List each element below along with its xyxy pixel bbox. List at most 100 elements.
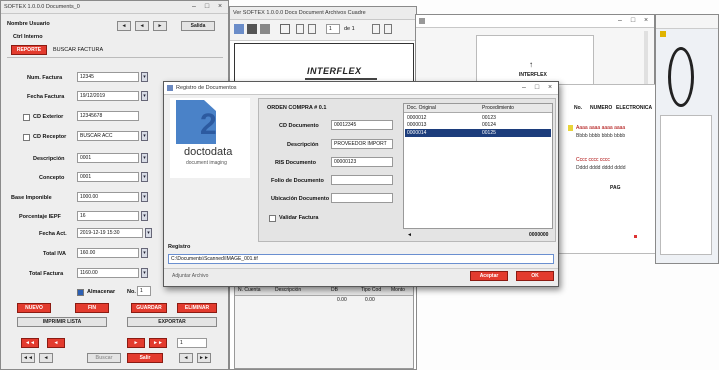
list-item-1-col1[interactable]: 0000012 xyxy=(407,115,426,121)
tab-buscar-factura[interactable]: BUSCAR FACTURA xyxy=(53,47,103,53)
save-icon[interactable] xyxy=(234,24,244,34)
list-item-2-col2[interactable]: 00124 xyxy=(482,122,496,128)
cd-receptor-dropdown-icon[interactable]: ▾ xyxy=(141,131,148,141)
registro-documentos-dialog: Registro de Documentos – □ × 2 doctodata… xyxy=(163,81,559,287)
cd-exterior-field[interactable]: 12345678 xyxy=(77,111,139,121)
total-factura-field[interactable]: 1160.00 xyxy=(77,268,139,278)
descripcion-field[interactable]: 0001 xyxy=(77,153,139,163)
list-item-3-col2[interactable]: 00125 xyxy=(482,130,496,136)
cd-receptor-field[interactable]: BUSCAR ACC xyxy=(77,131,139,141)
eliminar-button[interactable]: ELIMINAR xyxy=(177,303,217,313)
print-icon[interactable] xyxy=(247,24,257,34)
export-icon[interactable] xyxy=(260,24,270,34)
total-iva-field[interactable]: 160.00 xyxy=(77,248,139,258)
base-imponible-field[interactable]: 1000.00 xyxy=(77,192,139,202)
bottom-prev-button[interactable]: ◄ xyxy=(39,353,53,363)
record-number-field[interactable]: 1 xyxy=(177,338,207,348)
bottom-last-button[interactable]: ►► xyxy=(197,353,211,363)
col-header-tipo: Tipo Cod xyxy=(361,287,382,293)
num-factura-field[interactable]: 12345 xyxy=(77,72,139,82)
bottom-next-button[interactable]: ◄ xyxy=(179,353,193,363)
nav-next-button[interactable]: ► xyxy=(153,21,167,31)
validar-factura-checkbox[interactable] xyxy=(269,215,276,222)
doc-col-numero: NUMERO xyxy=(590,105,613,111)
cd-receptor-checkbox[interactable] xyxy=(23,134,30,141)
buscar-button[interactable]: Buscar xyxy=(87,353,121,363)
concepto-dropdown-icon[interactable]: ▾ xyxy=(141,172,148,182)
doc-minimize-icon[interactable]: – xyxy=(615,17,625,25)
page-number-field[interactable]: 1 xyxy=(326,24,340,34)
prev-page-icon[interactable] xyxy=(308,24,316,34)
close-icon[interactable]: × xyxy=(215,3,225,11)
dialog-title: Registro de Documentos xyxy=(176,85,237,91)
list-item-3-col1[interactable]: 0000014 xyxy=(407,130,426,136)
exportar-button[interactable]: EXPORTAR xyxy=(127,317,217,327)
left-window-titlebar[interactable]: SOFTEX 1.0.0.0 Documents_0 – □ × xyxy=(1,1,228,14)
fecha-act-field[interactable]: 2019-12-19 15:30 xyxy=(77,228,143,238)
fecha-factura-field[interactable]: 19/12/2019 xyxy=(77,91,139,101)
report-viewer-titlebar[interactable]: Ver SOFTEX 1.0.0.0 Docs Document Archivo… xyxy=(230,7,416,20)
col-header-cuenta: N. Cuenta xyxy=(238,287,261,293)
list-item-2-col1[interactable]: 0000013 xyxy=(407,122,426,128)
descripcion-dropdown-icon[interactable]: ▾ xyxy=(141,153,148,163)
maximize-icon[interactable]: □ xyxy=(202,3,212,11)
document-preview-titlebar[interactable]: – □ × xyxy=(416,15,654,28)
dialog-maximize-icon[interactable]: □ xyxy=(532,84,542,92)
guardar-button[interactable]: GUARDAR xyxy=(131,303,167,313)
doc-close-icon[interactable]: × xyxy=(641,17,651,25)
concepto-field[interactable]: 0001 xyxy=(77,172,139,182)
minimize-icon[interactable]: – xyxy=(189,3,199,11)
list-footer-nav[interactable]: ◄ xyxy=(407,232,412,238)
first-page-icon[interactable] xyxy=(296,24,304,34)
fin-button[interactable]: FIN xyxy=(75,303,109,313)
dialog-titlebar[interactable]: Registro de Documentos – □ × xyxy=(164,82,558,95)
ok-button[interactable]: OK xyxy=(516,271,554,281)
next-page-icon[interactable] xyxy=(372,24,380,34)
fecha-factura-dropdown-icon[interactable]: ▾ xyxy=(141,91,148,101)
almacenar-value-field[interactable]: 1 xyxy=(137,286,151,296)
folio-documento-field[interactable] xyxy=(331,175,393,185)
tab-reporte[interactable]: REPORTE xyxy=(11,45,47,55)
doc-col-no: No. xyxy=(574,105,583,111)
base-imponible-dropdown-icon[interactable]: ▾ xyxy=(141,192,148,202)
descripcion-doc-field[interactable]: PROVEEDOR IMPORT xyxy=(331,139,393,149)
bottom-first-button[interactable]: ◄◄ xyxy=(21,353,35,363)
last-page-icon[interactable] xyxy=(384,24,392,34)
dialog-close-icon[interactable]: × xyxy=(545,84,555,92)
num-factura-dropdown-icon[interactable]: ▾ xyxy=(141,72,148,82)
fecha-factura-label: Fecha Factura xyxy=(27,94,65,100)
nuevo-button[interactable]: NUEVO xyxy=(17,303,51,313)
porcentaje-field[interactable]: 16 xyxy=(77,211,139,221)
registro-path-field[interactable]: C:\Documents\Scanned\IMAGE_001.tif xyxy=(168,254,554,264)
list-item-1-col2[interactable]: 00123 xyxy=(482,115,496,121)
almacenar-checkbox[interactable] xyxy=(77,289,84,296)
document-list[interactable]: Doc. Original Procedimiento 0000012 0012… xyxy=(403,103,553,229)
porcentaje-dropdown-icon[interactable]: ▾ xyxy=(141,211,148,221)
doc-maximize-icon[interactable]: □ xyxy=(628,17,638,25)
exit-button[interactable]: Salida xyxy=(181,21,215,31)
nav-first-button[interactable]: ◄ xyxy=(117,21,131,31)
logo-window-titlebar[interactable] xyxy=(656,15,718,29)
aceptar-button[interactable]: Aceptar xyxy=(470,271,508,281)
salir-button[interactable]: Salir xyxy=(127,353,163,363)
doc-marker-red xyxy=(634,235,637,238)
first-record-button[interactable]: ◄◄ xyxy=(21,338,39,348)
cd-exterior-checkbox[interactable] xyxy=(23,114,30,121)
imprimir-lista-button[interactable]: IMPRIMIR LISTA xyxy=(17,317,107,327)
list-footer-count: 0000000 xyxy=(529,232,549,238)
prev-record-button[interactable]: ◄ xyxy=(47,338,65,348)
zoom-icon[interactable] xyxy=(280,24,290,34)
nav-prev-button[interactable]: ◄ xyxy=(135,21,149,31)
ubicacion-documento-field[interactable] xyxy=(331,193,393,203)
list-item-selected[interactable] xyxy=(405,129,551,137)
section-title: ORDEN COMPRA # 0.1 xyxy=(267,105,327,111)
total-iva-dropdown-icon[interactable]: ▾ xyxy=(141,248,148,258)
cd-documento-field[interactable]: 00012345 xyxy=(331,120,393,130)
next-record-button[interactable]: ► xyxy=(127,338,145,348)
total-factura-label: Total Factura xyxy=(29,271,64,277)
fecha-act-dropdown-icon[interactable]: ▾ xyxy=(145,228,152,238)
dialog-minimize-icon[interactable]: – xyxy=(519,84,529,92)
ris-documento-field[interactable]: 00000123 xyxy=(331,157,393,167)
total-factura-dropdown-icon[interactable]: ▾ xyxy=(141,268,148,278)
last-record-button[interactable]: ►► xyxy=(149,338,167,348)
